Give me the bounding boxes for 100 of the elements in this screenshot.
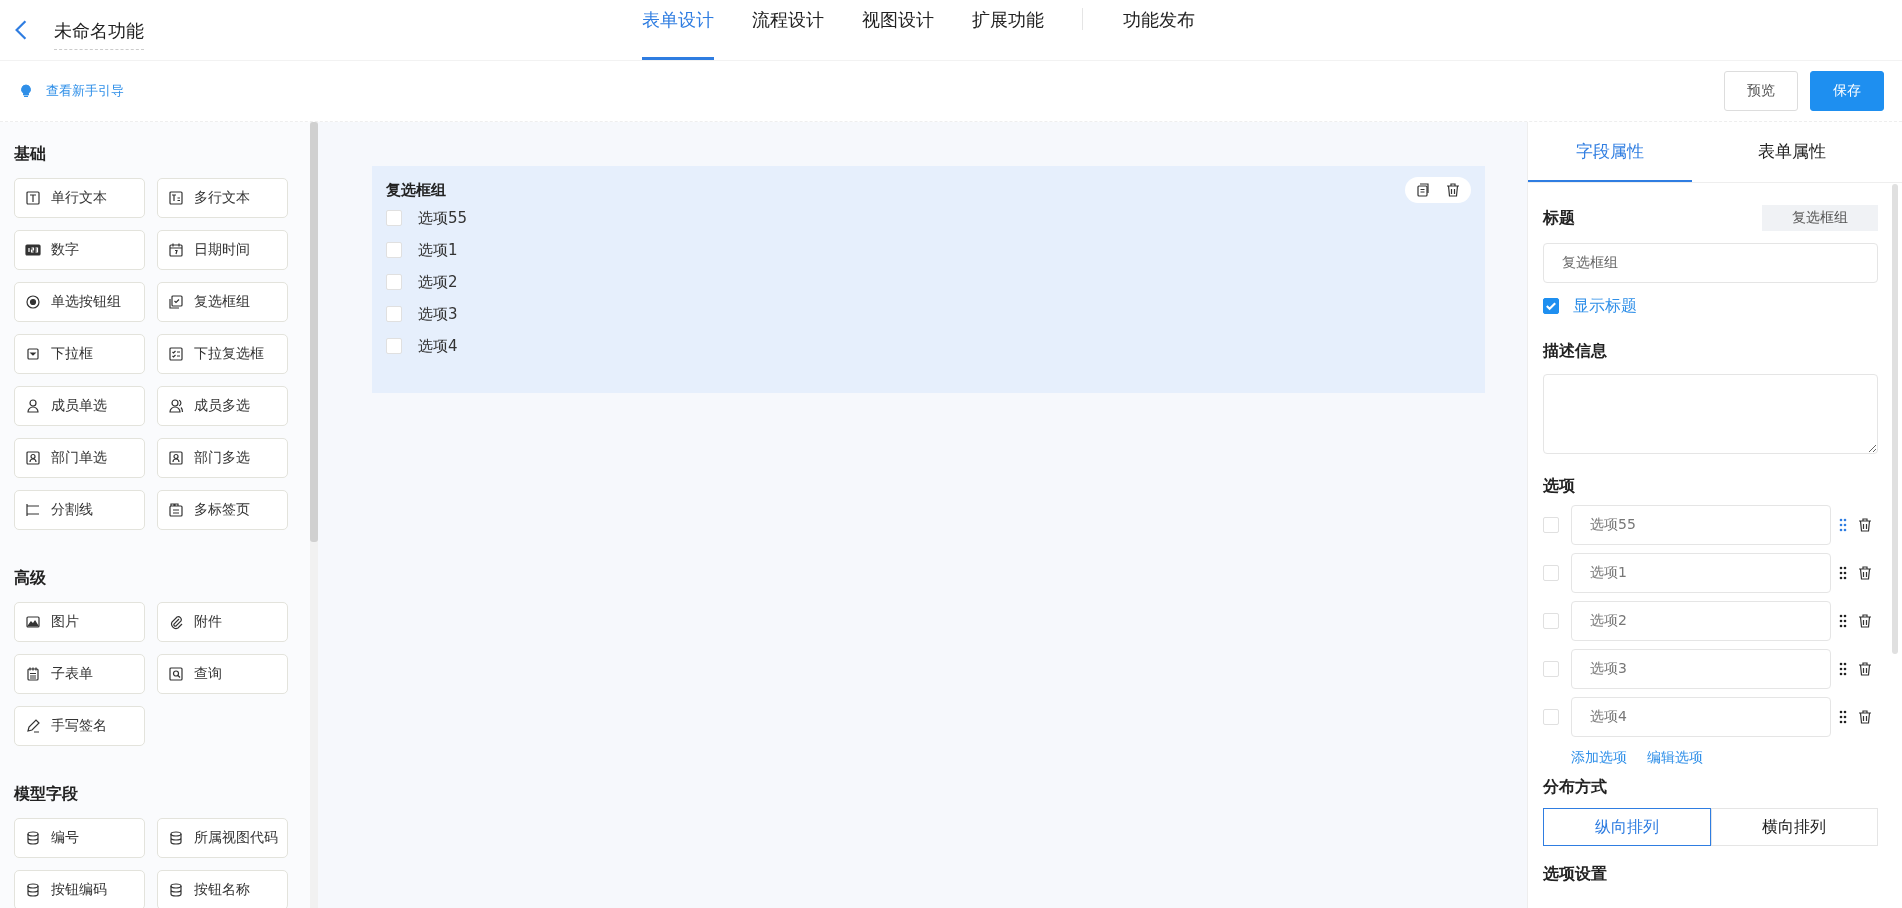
copy-icon[interactable] — [1415, 182, 1431, 198]
palette-item[interactable]: 部门单选 — [14, 438, 145, 478]
option-input[interactable]: 选项1 — [1571, 553, 1831, 593]
edit-options-link[interactable]: 编辑选项 — [1647, 749, 1703, 767]
pen-icon — [25, 718, 41, 734]
option-settings-label: 选项设置 — [1543, 864, 1608, 885]
option-label: 选项1 — [418, 240, 458, 260]
checkbox-group-field[interactable]: 复选框组 选项55 选项1 选项2 选项3 选项4 — [372, 166, 1485, 393]
palette-item[interactable]: 分割线 — [14, 490, 145, 530]
add-option-link[interactable]: 添加选项 — [1571, 749, 1627, 767]
drag-handle-icon[interactable] — [1839, 614, 1847, 628]
badge-icon — [168, 450, 184, 466]
title-label: 标题 — [1543, 207, 1575, 229]
badge-icon — [25, 450, 41, 466]
database-icon — [168, 830, 184, 846]
options-label: 选项 — [1543, 476, 1576, 497]
palette-item[interactable]: 单行文本 — [14, 178, 145, 218]
palette-item[interactable]: 复选框组 — [157, 282, 288, 322]
palette-item[interactable]: 部门多选 — [157, 438, 288, 478]
palette-item[interactable]: 所属视图代码 — [157, 818, 288, 858]
panel-tab[interactable]: 表单属性 — [1692, 122, 1892, 182]
palette-item[interactable]: 日期时间 — [157, 230, 288, 270]
multiline-text-icon — [168, 190, 184, 206]
dropdown-icon — [25, 346, 41, 362]
publish-tab[interactable]: 功能发布 — [1123, 0, 1195, 60]
layout-option[interactable]: 纵向排列 — [1543, 808, 1711, 846]
calendar-icon — [168, 242, 184, 258]
palette-item[interactable]: 多标签页 — [157, 490, 288, 530]
option-label: 选项2 — [418, 272, 458, 292]
trash-icon[interactable] — [1857, 565, 1873, 581]
nav-tab[interactable]: 流程设计 — [752, 0, 824, 60]
person-icon — [25, 398, 41, 414]
palette-item[interactable]: 按钮编码 — [14, 870, 145, 908]
palette-item[interactable]: 编号 — [14, 818, 145, 858]
database-icon — [25, 830, 41, 846]
palette-item[interactable]: 成员多选 — [157, 386, 288, 426]
radio-icon — [25, 294, 41, 310]
back-icon[interactable] — [14, 19, 28, 41]
field-title: 复选框组 — [386, 180, 446, 200]
divider-icon — [25, 502, 41, 518]
palette-item[interactable]: 下拉复选框 — [157, 334, 288, 374]
palette-item[interactable]: 成员单选 — [14, 386, 145, 426]
nav-tab[interactable]: 扩展功能 — [972, 0, 1044, 60]
trash-icon[interactable] — [1857, 517, 1873, 533]
bulb-icon — [20, 84, 32, 98]
drag-handle-icon[interactable] — [1839, 662, 1847, 676]
checklist-icon — [168, 346, 184, 362]
guide-link[interactable]: 查看新手引导 — [46, 82, 124, 100]
palette-item[interactable]: 下拉框 — [14, 334, 145, 374]
search-icon — [168, 666, 184, 682]
preview-button[interactable]: 预览 — [1724, 71, 1798, 111]
palette-item[interactable]: 图片 — [14, 602, 145, 642]
form-list-icon — [25, 666, 41, 682]
nav-tab[interactable]: 视图设计 — [862, 0, 934, 60]
text-icon — [25, 190, 41, 206]
number-icon — [25, 242, 41, 258]
option-input[interactable]: 选项3 — [1571, 649, 1831, 689]
trash-icon[interactable] — [1445, 182, 1461, 198]
section-heading: 高级 — [14, 568, 47, 589]
section-heading: 基础 — [14, 144, 47, 165]
option-label: 选项55 — [418, 208, 468, 228]
function-title[interactable]: 未命名功能 — [54, 18, 144, 50]
paperclip-icon — [168, 614, 184, 630]
description-input[interactable] — [1543, 374, 1878, 454]
field-type-tag: 复选框组 — [1762, 205, 1878, 231]
palette-item[interactable]: 单选按钮组 — [14, 282, 145, 322]
palette-item[interactable]: 手写签名 — [14, 706, 145, 746]
section-heading: 模型字段 — [14, 784, 79, 805]
title-input[interactable]: 复选框组 — [1543, 243, 1878, 283]
nav-tab[interactable]: 表单设计 — [642, 0, 714, 60]
palette-item[interactable]: 查询 — [157, 654, 288, 694]
scrollbar[interactable] — [310, 122, 318, 542]
palette-item[interactable]: 多行文本 — [157, 178, 288, 218]
option-input[interactable]: 选项55 — [1571, 505, 1831, 545]
palette-item[interactable]: 数字 — [14, 230, 145, 270]
trash-icon[interactable] — [1857, 709, 1873, 725]
layout-option[interactable]: 横向排列 — [1710, 808, 1878, 846]
option-label: 选项3 — [418, 304, 458, 324]
drag-handle-icon[interactable] — [1839, 518, 1847, 532]
trash-icon[interactable] — [1857, 661, 1873, 677]
checkbox[interactable] — [1543, 298, 1559, 314]
description-label: 描述信息 — [1543, 341, 1608, 362]
palette-item[interactable]: 按钮名称 — [157, 870, 288, 908]
panel-tab[interactable]: 字段属性 — [1528, 122, 1692, 182]
checkbox-icon — [168, 294, 184, 310]
layout-label: 分布方式 — [1543, 777, 1608, 798]
people-icon — [168, 398, 184, 414]
checkbox-label[interactable]: 显示标题 — [1573, 295, 1637, 317]
tabs-icon — [168, 502, 184, 518]
database-icon — [25, 882, 41, 898]
drag-handle-icon[interactable] — [1839, 566, 1847, 580]
option-input[interactable]: 选项4 — [1571, 697, 1831, 737]
scrollbar[interactable] — [1892, 184, 1898, 654]
palette-item[interactable]: 附件 — [157, 602, 288, 642]
drag-handle-icon[interactable] — [1839, 710, 1847, 724]
option-input[interactable]: 选项2 — [1571, 601, 1831, 641]
option-label: 选项4 — [418, 336, 458, 356]
database-icon — [168, 882, 184, 898]
palette-item[interactable]: 子表单 — [14, 654, 145, 694]
trash-icon[interactable] — [1857, 613, 1873, 629]
